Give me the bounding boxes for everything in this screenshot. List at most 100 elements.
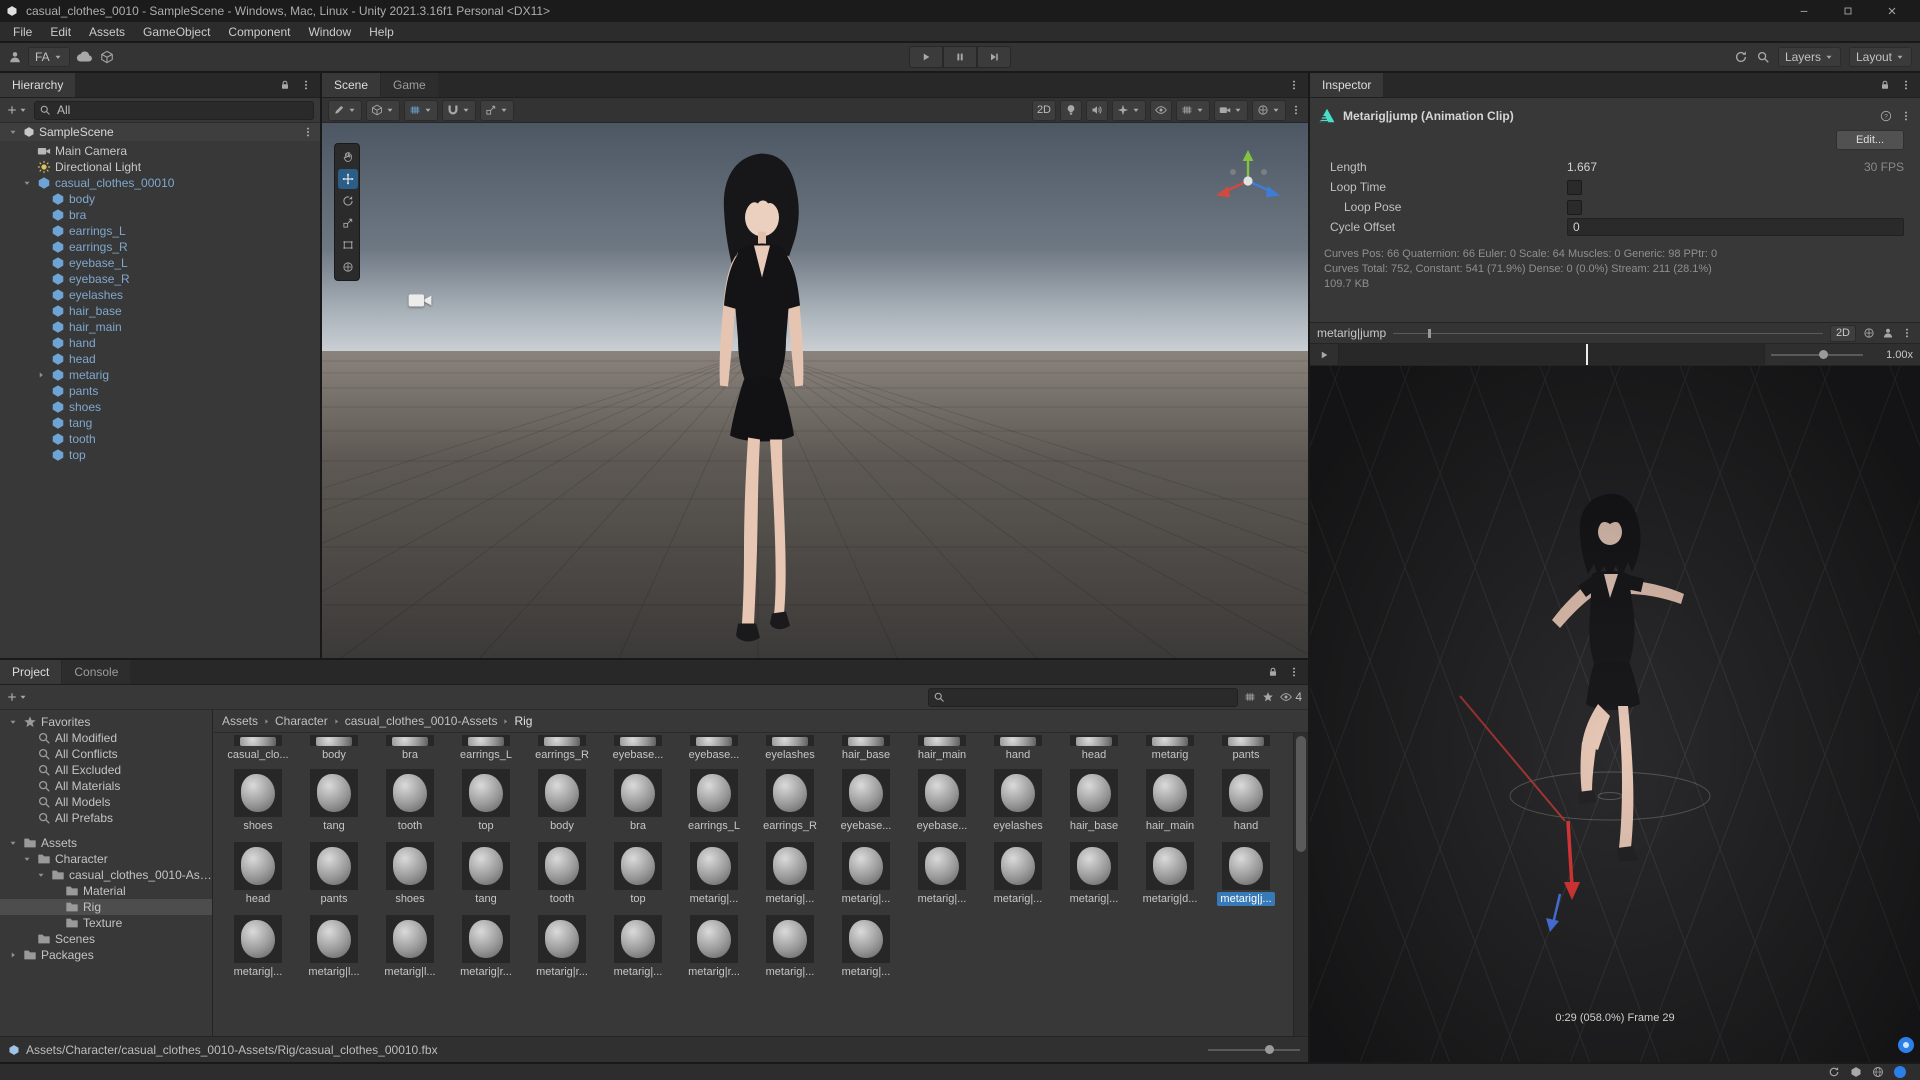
favorite-search-item[interactable]: All Models <box>0 794 212 810</box>
folder-item[interactable]: Rig <box>0 899 212 915</box>
asset-item[interactable]: eyebase... <box>906 769 978 833</box>
camera-settings-dropdown[interactable] <box>1214 99 1248 121</box>
asset-item[interactable]: metarig|... <box>982 842 1054 906</box>
tab-scene[interactable]: Scene <box>322 73 381 97</box>
search-by-label-icon[interactable] <box>1262 691 1274 703</box>
move-tool-button[interactable] <box>338 169 358 189</box>
hierarchy-item[interactable]: Main Camera <box>0 143 320 159</box>
hierarchy-search-input[interactable] <box>55 102 309 118</box>
scrollbar-thumb[interactable] <box>1296 736 1306 852</box>
hierarchy-item[interactable]: Directional Light <box>0 159 320 175</box>
package-icon[interactable] <box>1850 1066 1862 1078</box>
animation-preview-viewport[interactable]: 0:29 (058.0%) Frame 29 <box>1310 366 1920 1062</box>
asset-item[interactable]: hair_base <box>830 735 902 762</box>
tab-console[interactable]: Console <box>62 660 131 684</box>
asset-item[interactable]: pants <box>298 842 370 906</box>
folder-item[interactable]: Scenes <box>0 931 212 947</box>
menu-item[interactable]: GameObject <box>134 22 219 41</box>
asset-item[interactable]: pants <box>1210 735 1282 762</box>
asset-item[interactable]: hair_main <box>906 735 978 762</box>
loop-pose-checkbox[interactable] <box>1567 199 1582 215</box>
tab-hierarchy[interactable]: Hierarchy <box>0 73 76 97</box>
transform-tool-button[interactable] <box>338 257 358 277</box>
menu-item[interactable]: Edit <box>41 22 80 41</box>
project-search-input[interactable] <box>949 689 1234 705</box>
asset-item[interactable]: eyelashes <box>754 735 826 762</box>
asset-item[interactable]: hand <box>1210 769 1282 833</box>
menu-item[interactable]: Help <box>360 22 403 41</box>
menu-item[interactable]: Window <box>299 22 360 41</box>
undo-history-icon[interactable] <box>1734 50 1748 64</box>
rect-tool-button[interactable] <box>338 235 358 255</box>
asset-item[interactable]: shoes <box>222 769 294 833</box>
hierarchy-item[interactable]: pants <box>0 383 320 399</box>
asset-item[interactable]: tang <box>298 769 370 833</box>
project-search[interactable] <box>928 687 1239 707</box>
asset-item[interactable]: shoes <box>374 842 446 906</box>
loop-time-checkbox[interactable] <box>1567 179 1582 195</box>
avatar-icon[interactable] <box>1882 327 1894 339</box>
asset-item[interactable]: eyebase... <box>830 769 902 833</box>
asset-item[interactable]: tooth <box>374 769 446 833</box>
asset-item[interactable]: earrings_L <box>450 735 522 762</box>
panel-menu-icon[interactable] <box>1900 79 1912 91</box>
hierarchy-item[interactable]: hair_main <box>0 319 320 335</box>
asset-item[interactable]: eyebase... <box>602 735 674 762</box>
pivot-icon[interactable] <box>1863 327 1875 339</box>
playhead[interactable] <box>1585 344 1588 365</box>
asset-item[interactable]: metarig|... <box>830 915 902 979</box>
draw-mode-dropdown[interactable] <box>328 99 362 121</box>
help-icon[interactable] <box>1880 110 1892 122</box>
vertical-scrollbar[interactable] <box>1293 733 1308 1036</box>
play-button[interactable] <box>909 46 943 68</box>
hierarchy-item[interactable]: hair_base <box>0 303 320 319</box>
folder-item[interactable]: Packages <box>0 947 212 963</box>
network-icon[interactable] <box>1872 1066 1884 1078</box>
asset-item[interactable]: metarig|r... <box>678 915 750 979</box>
search-icon[interactable] <box>1756 50 1770 64</box>
package-icon[interactable] <box>100 50 114 64</box>
shading-dropdown[interactable] <box>366 99 400 121</box>
asset-item[interactable]: metarig|r... <box>526 915 598 979</box>
scene-root-row[interactable]: SampleScene <box>0 123 320 141</box>
layout-dropdown[interactable]: Layout <box>1848 47 1912 67</box>
favorites-root[interactable]: Favorites <box>0 714 212 730</box>
hierarchy-item[interactable]: shoes <box>0 399 320 415</box>
breadcrumb-item[interactable]: Assets <box>222 714 258 728</box>
hierarchy-item[interactable]: tooth <box>0 431 320 447</box>
rotate-tool-button[interactable] <box>338 191 358 211</box>
orientation-gizmo[interactable] <box>1206 145 1290 229</box>
scene-audio-toggle[interactable] <box>1086 99 1108 121</box>
hierarchy-item[interactable]: metarig <box>0 367 320 383</box>
menu-item[interactable]: File <box>4 22 41 41</box>
asset-item[interactable]: bra <box>374 735 446 762</box>
close-button[interactable] <box>1870 0 1914 22</box>
asset-item[interactable]: earrings_R <box>754 769 826 833</box>
grid-visibility-dropdown[interactable] <box>1176 99 1210 121</box>
progress-indicator[interactable] <box>1894 1066 1906 1078</box>
asset-item[interactable]: eyebase... <box>678 735 750 762</box>
menu-item[interactable]: Assets <box>80 22 134 41</box>
preview-avatar-button[interactable] <box>1898 1037 1914 1053</box>
folder-item[interactable]: Assets <box>0 835 212 851</box>
step-button[interactable] <box>977 46 1011 68</box>
asset-item[interactable]: metarig|... <box>830 842 902 906</box>
asset-item[interactable]: tooth <box>526 842 598 906</box>
preview-menu-icon[interactable] <box>1901 327 1913 339</box>
hand-tool-button[interactable] <box>338 147 358 167</box>
effects-dropdown[interactable] <box>1112 99 1146 121</box>
asset-item[interactable]: metarig|j... <box>1210 842 1282 906</box>
asset-item[interactable]: casual_clo... <box>222 735 294 762</box>
asset-item[interactable]: metarig|... <box>678 842 750 906</box>
panel-menu-icon[interactable] <box>1288 666 1300 678</box>
asset-item[interactable]: metarig|... <box>754 915 826 979</box>
tab-game[interactable]: Game <box>381 73 438 97</box>
asset-item[interactable]: top <box>602 842 674 906</box>
asset-item[interactable]: metarig|... <box>754 842 826 906</box>
preview-timeline[interactable] <box>1393 328 1823 338</box>
asset-item[interactable]: earrings_L <box>678 769 750 833</box>
folder-item[interactable]: Texture <box>0 915 212 931</box>
hierarchy-item[interactable]: earrings_R <box>0 239 320 255</box>
hierarchy-item[interactable]: top <box>0 447 320 463</box>
snap-magnet-dropdown[interactable] <box>442 99 476 121</box>
